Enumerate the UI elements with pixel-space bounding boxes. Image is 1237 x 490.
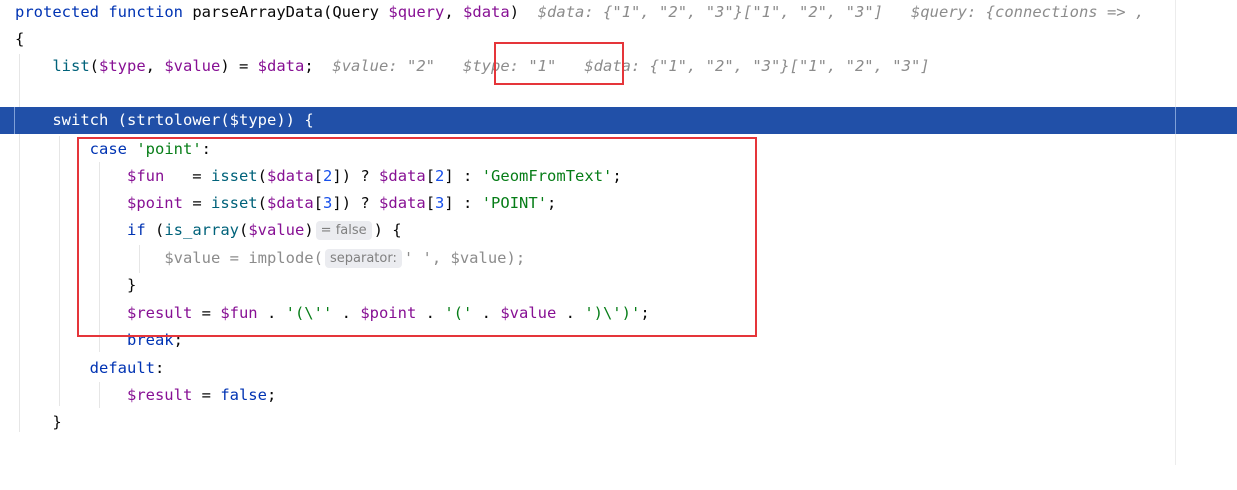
punct: = [192,386,221,404]
punct: ( [89,57,99,75]
margin-marker [1175,107,1176,134]
punct: )) { [276,111,314,129]
punct: ) = [220,57,258,75]
brace-open: { [15,30,25,48]
keyword-switch: switch [52,111,109,129]
annotation-box-type-hint [494,42,624,85]
punct: , [145,57,165,75]
function-name: parseArrayData [192,3,323,21]
param-type: Query [332,3,380,21]
keyword-false: false [220,386,267,404]
var-type: $type [229,111,277,129]
punct: ( [220,111,230,129]
code-editor[interactable]: protected function parseArrayData(Query … [0,0,1237,465]
code-line-default[interactable]: default: [0,355,1237,382]
punct: , [444,3,464,21]
brace-close: } [52,413,62,431]
punct: ; [266,386,277,404]
code-line-result-false[interactable]: $result = false; [0,382,1237,409]
current-execution-line[interactable]: switch (strtolower($type)) { [0,107,1237,134]
keyword-protected: protected [15,3,99,21]
punct: ( [323,3,333,21]
punct: ; [304,57,314,75]
debug-hint-query: $query: {connections => , [911,3,1145,21]
punct: ) [509,3,520,21]
code-line-close-switch[interactable]: } [0,409,1237,436]
param-data: $data [463,3,510,21]
var-type: $type [99,57,146,75]
punct: : [154,359,165,377]
annotation-box-case-point [77,137,757,337]
debug-hint-value: $value: "2" [332,57,436,75]
gutter-marker [0,107,15,134]
debug-hint-data: $data: {"1", "2", "3"}["1", "2", "3"] [584,57,930,75]
keyword-default: default [89,359,155,377]
keyword-list: list [52,57,90,75]
keyword-function: function [108,3,183,21]
call-strtolower: strtolower [127,111,221,129]
param-query: $query [388,3,445,21]
var-data: $data [257,57,305,75]
code-line-1[interactable]: protected function parseArrayData(Query … [0,0,1237,26]
punct: ( [108,111,127,129]
var-value: $value [164,57,221,75]
var-result: $result [126,386,193,404]
debug-hint-data: $data: {"1", "2", "3"}["1", "2", "3"] [537,3,883,21]
